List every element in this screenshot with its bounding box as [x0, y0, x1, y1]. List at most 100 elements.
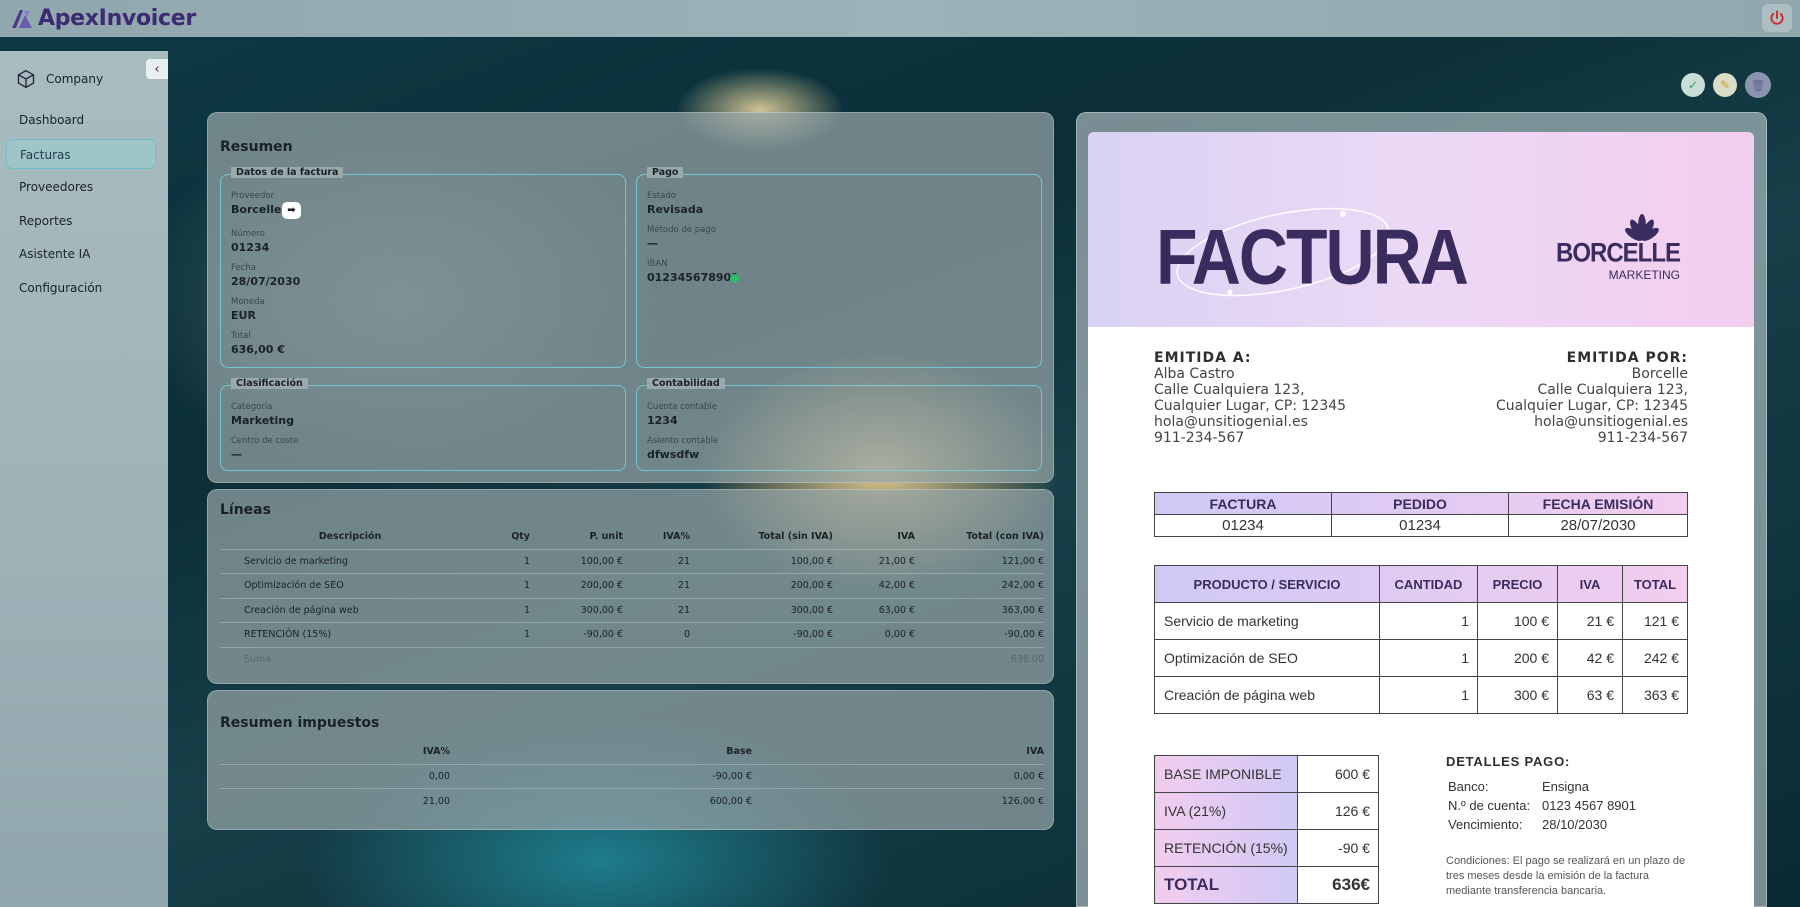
delete-button[interactable]: 🗑: [1745, 72, 1771, 98]
doc-item-total: 121 €: [1622, 602, 1688, 640]
emitida-por-line: Calle Cualquiera 123,: [1537, 382, 1688, 398]
sidebar-item-asistente-ia[interactable]: Asistente IA: [6, 239, 156, 269]
invoice-document[interactable]: FACTURA BORCELLE MARKETING EMITIDA A: Al…: [1088, 132, 1754, 907]
sidebar-item-configuracion[interactable]: Configuración: [6, 273, 156, 303]
metodo-pago-value: —: [647, 237, 658, 250]
sidebar-item-reportes[interactable]: Reportes: [6, 206, 156, 236]
doc-pago-row: Vencimiento: 28/10/2030: [1446, 817, 1685, 836]
line-descripcion: Optimización de SEO: [220, 573, 480, 598]
doc-item-total: 363 €: [1622, 676, 1688, 714]
numero-label: Número: [231, 229, 265, 239]
resumen-title: Resumen: [220, 139, 293, 155]
col-descripcion[interactable]: Descripción: [220, 525, 480, 549]
emitida-por-line: 911-234-567: [1597, 430, 1688, 446]
line-descripcion: Servicio de marketing: [220, 548, 480, 574]
table-row[interactable]: RETENCIÓN (15%) 1 -90,00 € 0 -90,00 € 0,…: [220, 622, 1044, 647]
resumen-panel: Resumen Datos de la factura Proveedor Bo…: [207, 112, 1054, 483]
total-label: Total: [231, 331, 251, 341]
line-total-con-iva: 121,00 €: [915, 548, 1044, 574]
table-row[interactable]: Creación de página web 1 300,00 € 21 300…: [220, 597, 1044, 623]
impuestos-title: Resumen impuestos: [220, 715, 380, 731]
sidebar-collapse-button[interactable]: ‹: [146, 59, 168, 79]
doc-meta-value: 01234: [1154, 514, 1332, 537]
doc-pago-value: 28/10/2030: [1542, 817, 1608, 832]
doc-items-header: IVA: [1557, 565, 1623, 603]
col-total-con-iva[interactable]: Total (con IVA): [915, 525, 1044, 549]
moneda-value: EUR: [231, 309, 256, 322]
lineas-title: Líneas: [220, 502, 271, 518]
doc-grand-total-label: TOTAL: [1154, 866, 1298, 904]
doc-item-name: Creación de página web: [1154, 676, 1380, 714]
doc-condiciones-line: Condiciones: El pago se realizará en un …: [1446, 855, 1686, 867]
lineas-header-row: Descripción Qty P. unit IVA% Total (sin …: [220, 525, 1044, 549]
line-total-con-iva: -90,00 €: [915, 622, 1044, 647]
doc-item-qty: 1: [1379, 602, 1478, 640]
power-icon: [1770, 10, 1784, 25]
doc-item-iva: 63 €: [1557, 676, 1623, 714]
asiento-contable-label: Asiento contable: [647, 436, 719, 446]
line-iva-pct: 21: [623, 548, 690, 574]
doc-meta-value: 01234: [1331, 514, 1509, 537]
doc-total-label: IVA (21%): [1154, 792, 1298, 830]
table-row: Optimización de SEO 1 200 € 42 € 242 €: [1154, 639, 1688, 677]
impuestos-table: IVA% Base IVA 0,00 -90,00 € 0,00 € 21,00…: [220, 740, 1044, 813]
table-row[interactable]: Optimización de SEO 1 200,00 € 21 200,00…: [220, 573, 1044, 598]
col-iva[interactable]: IVA: [752, 740, 1044, 764]
sidebar-item-dashboard[interactable]: Dashboard: [6, 105, 156, 135]
table-row[interactable]: Servicio de marketing 1 100,00 € 21 100,…: [220, 548, 1044, 574]
doc-item-iva: 42 €: [1557, 639, 1623, 677]
tax-iva: 0,00 €: [752, 763, 1044, 789]
centro-coste-value: —: [231, 448, 242, 461]
doc-total-label: BASE IMPONIBLE: [1154, 755, 1298, 793]
col-iva-pct[interactable]: IVA%: [220, 740, 450, 764]
doc-pago-label: Vencimiento:: [1448, 817, 1523, 832]
pago-legend: Pago: [647, 167, 684, 178]
line-descripcion: Creación de página web: [220, 597, 480, 623]
tax-base: -90,00 €: [450, 763, 752, 789]
datos-factura-group: Datos de la factura Proveedor Borcelle ➡…: [220, 167, 626, 368]
cuenta-contable-label: Cuenta contable: [647, 402, 717, 412]
open-proveedor-button[interactable]: ➡: [282, 202, 301, 219]
estado-label: Estado: [647, 191, 676, 201]
impuestos-panel: Resumen impuestos IVA% Base IVA 0,00 -90…: [207, 690, 1054, 830]
sidebar-nav: Dashboard Facturas Proveedores Reportes …: [6, 105, 156, 306]
doc-grand-total-row: TOTAL 636€: [1154, 866, 1379, 904]
doc-item-iva: 21 €: [1557, 602, 1623, 640]
doc-total-row: RETENCIÓN (15%) -90 €: [1154, 829, 1379, 867]
col-iva[interactable]: IVA: [833, 525, 915, 549]
approve-button[interactable]: ✓: [1681, 73, 1705, 97]
pago-group: Pago Estado Revisada Método de pago — IB…: [636, 167, 1042, 368]
datos-factura-legend: Datos de la factura: [231, 167, 344, 178]
line-total-sin-iva: 200,00 €: [690, 573, 833, 598]
iban-label: IBAN: [647, 259, 668, 269]
edit-button[interactable]: ✎: [1713, 73, 1737, 97]
company-switcher[interactable]: Company: [16, 69, 103, 89]
emitida-a-line: 911-234-567: [1154, 430, 1245, 446]
emitida-por-block: EMITIDA POR: Borcelle Calle Cualquiera 1…: [1496, 350, 1688, 446]
emitida-por-line: hola@unsitiogenial.es: [1534, 414, 1688, 430]
sidebar-item-facturas[interactable]: Facturas: [6, 138, 156, 169]
doc-item-name: Optimización de SEO: [1154, 639, 1380, 677]
doc-pago-label: Banco:: [1448, 779, 1489, 794]
line-p-unit: -90,00 €: [530, 622, 623, 647]
col-total-sin-iva[interactable]: Total (sin IVA): [690, 525, 833, 549]
col-base[interactable]: Base: [450, 740, 752, 764]
doc-condiciones-line: tres meses desde la emisión de la factur…: [1446, 870, 1649, 882]
asiento-contable-value: dfwsdfw: [647, 448, 700, 461]
categoria-label: Categoría: [231, 402, 273, 412]
doc-totals-table: BASE IMPONIBLE 600 € IVA (21%) 126 € RET…: [1154, 755, 1379, 904]
check-icon: ✓: [1687, 78, 1699, 92]
app-brand[interactable]: ApexInvoicer: [38, 6, 196, 31]
sidebar-item-proveedores[interactable]: Proveedores: [6, 172, 156, 202]
col-p-unit[interactable]: P. unit: [530, 525, 623, 549]
fecha-value: 28/07/2030: [231, 275, 301, 288]
centro-coste-label: Centro de coste: [231, 436, 299, 446]
col-qty[interactable]: Qty: [480, 525, 530, 549]
doc-total-row: IVA (21%) 126 €: [1154, 792, 1379, 830]
logout-button[interactable]: [1762, 4, 1792, 32]
table-row: Servicio de marketing 1 100 € 21 € 121 €: [1154, 602, 1688, 640]
col-iva-pct[interactable]: IVA%: [623, 525, 690, 549]
arrow-right-icon: ➡: [287, 205, 296, 216]
doc-total-value: 126 €: [1297, 792, 1379, 830]
emitida-por-line: Borcelle: [1631, 366, 1688, 382]
